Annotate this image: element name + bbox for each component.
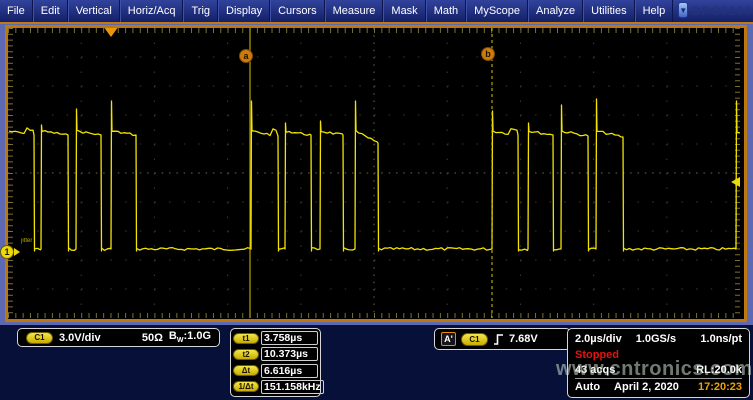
input-impedance: 50Ω [142,332,163,344]
rising-edge-icon [493,333,504,346]
trigger-position-marker[interactable] [105,28,118,37]
display-area: abjitter 1 [0,22,753,325]
cursor-value: 6.616µs [261,364,318,378]
trigger-mode: Auto [575,381,600,393]
cursor-row: t210.373µs [233,346,318,362]
oscilloscope-window: FileEditVerticalHoriz/AcqTrigDisplayCurs… [0,0,753,400]
cursor-badge: t1 [233,333,259,344]
menu-item-horiz-acq[interactable]: Horiz/Acq [120,0,184,22]
channel1-badge: C1 [26,332,53,344]
menu-item-measure[interactable]: Measure [325,0,384,22]
menu-item-analyze[interactable]: Analyze [528,0,583,22]
cursor-b-label: b [485,49,491,59]
vertical-scale: 3.0V/div [59,332,101,344]
cursor-row: 1/Δt151.158kHz [233,379,318,395]
menu-item-file[interactable]: File [0,0,33,22]
trigger-level-value: 7.68V [509,333,538,345]
trigger-source-badge: A' [441,332,456,346]
cursor-badge: Δt [233,365,259,376]
acquisition-readout[interactable]: 2.0µs/div 1.0GS/s 1.0ns/pt Stopped 43 ac… [567,328,750,398]
cursor-badge: 1/Δt [233,381,259,392]
chevron-down-icon: ▼ [679,6,687,15]
cursor-value: 3.758µs [261,331,318,345]
channel1-readout[interactable]: C1 3.0V/div 50Ω BW:1.0G [17,328,220,347]
trigger-readout[interactable]: A' C1 7.68V [434,328,571,350]
cursor-readout[interactable]: t13.758µst210.373µsΔt6.616µs1/Δt151.158k… [230,328,321,397]
sample-resolution: 1.0ns/pt [700,333,742,345]
menu-item-utilities[interactable]: Utilities [583,0,634,22]
menu-bar: FileEditVerticalHoriz/AcqTrigDisplayCurs… [0,0,753,22]
channel1-badge: 1 [0,245,14,259]
waveform-canvas[interactable]: abjitter [8,28,740,318]
menu-item-mask[interactable]: Mask [383,0,425,22]
cursor-badge: t2 [233,349,259,360]
record-length: RL:20.0k [696,364,742,376]
trace-label: jitter [20,238,32,244]
channel1-trace [9,99,740,251]
menu-overflow-button[interactable]: ▼ [678,2,688,18]
channel1-ground-marker[interactable]: 1 [0,245,20,259]
menu-item-help[interactable]: Help [635,0,674,22]
acquisition-count: 43 acqs [575,364,615,376]
bandwidth-readout: BW:1.0G [169,330,211,344]
cursor-row: Δt6.616µs [233,363,318,379]
readout-bar: C1 3.0V/div 50Ω BW:1.0G t13.758µst210.37… [0,325,753,400]
timebase-scale: 2.0µs/div [575,333,622,345]
date-label: April 2, 2020 [614,381,679,393]
acquisition-status: Stopped [575,349,619,361]
model-label: DPO7104C [692,4,753,18]
menu-item-vertical[interactable]: Vertical [68,0,120,22]
trigger-level-marker[interactable] [731,177,740,187]
graticule-frame: abjitter [5,25,747,322]
menu-item-math[interactable]: Math [426,0,466,22]
cursor-value: 10.373µs [261,347,318,361]
trigger-channel-badge: C1 [461,333,488,346]
cursor-row: t13.758µs [233,330,318,346]
sample-rate: 1.0GS/s [636,333,676,345]
menu-item-edit[interactable]: Edit [33,0,68,22]
time-label: 17:20:23 [698,381,742,393]
channel1-arrow-icon [14,248,20,256]
cursor-value: 151.158kHz [261,380,324,394]
menu-item-display[interactable]: Display [218,0,270,22]
menu-item-cursors[interactable]: Cursors [270,0,325,22]
menu-item-myscope[interactable]: MyScope [466,0,528,22]
menu-item-trig[interactable]: Trig [183,0,218,22]
